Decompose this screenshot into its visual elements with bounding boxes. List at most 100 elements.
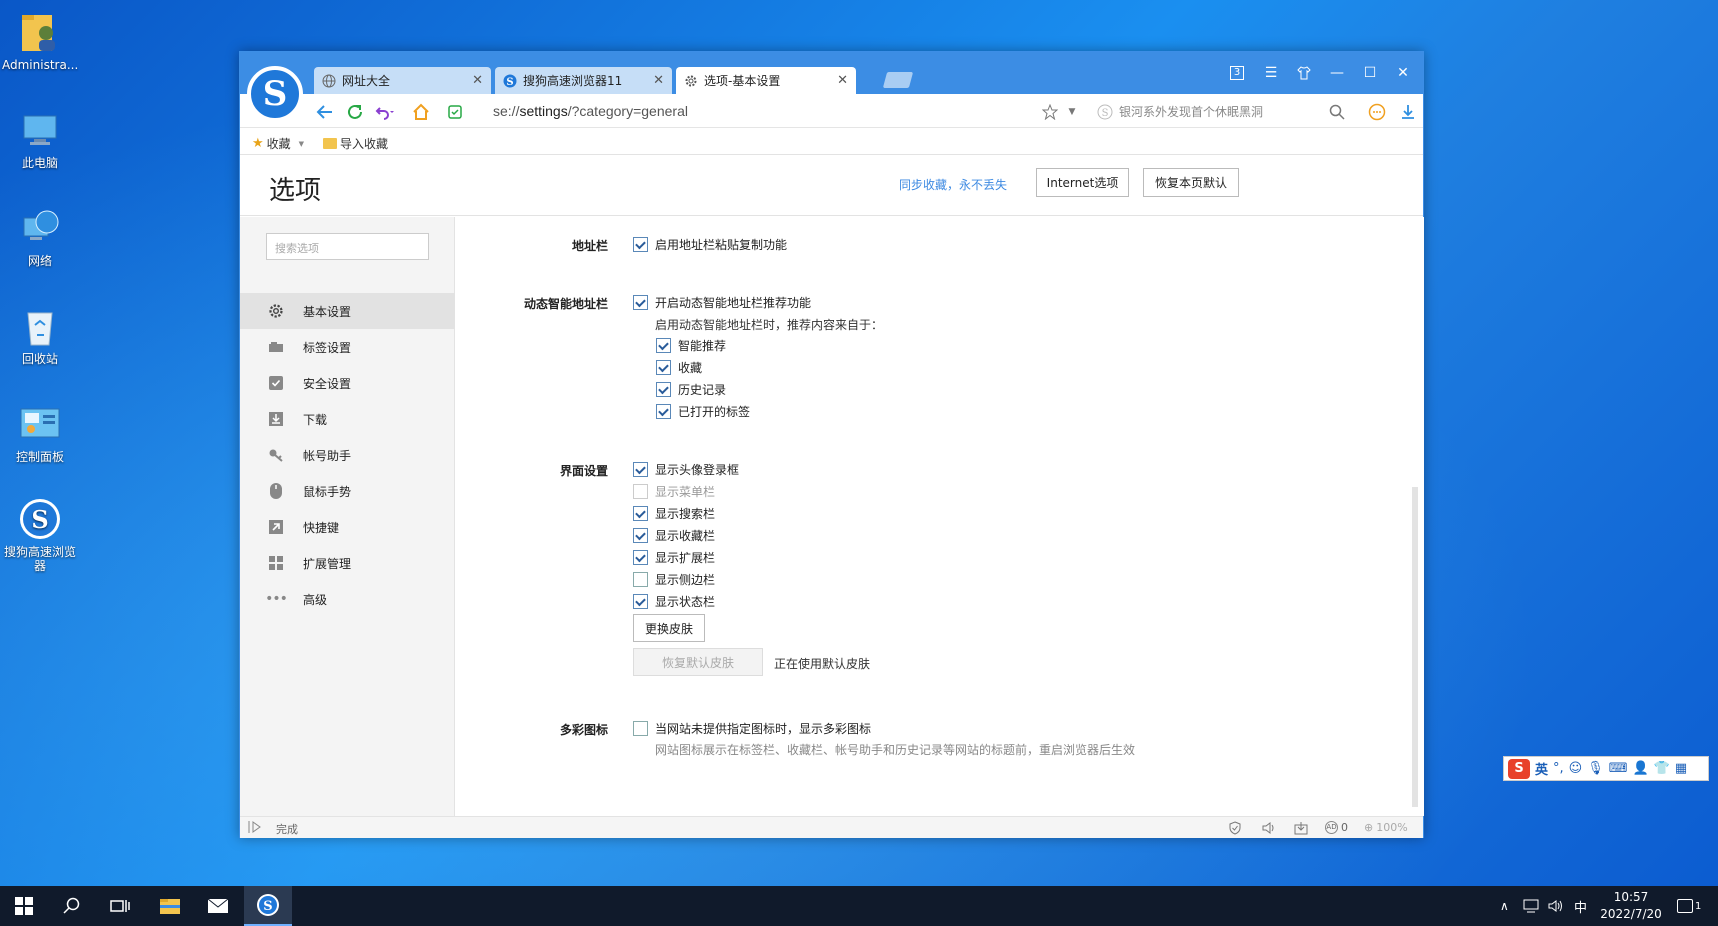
desktop-icon-control-panel[interactable]: 控制面板 [2, 402, 78, 464]
file-explorer-icon[interactable] [146, 886, 194, 926]
import-bookmarks[interactable]: 导入收藏 [323, 135, 388, 152]
sidebar-item-advanced[interactable]: ••• 高级 [240, 581, 455, 617]
checkbox[interactable] [633, 295, 648, 310]
search-icon[interactable] [1327, 102, 1347, 122]
close-window-icon[interactable]: ✕ [1389, 62, 1417, 84]
option-show-avatar-login[interactable]: 显示头像登录框 [633, 461, 739, 478]
new-tab-button[interactable] [882, 72, 914, 88]
tab-count-icon[interactable]: 3 [1223, 62, 1251, 84]
minimize-icon[interactable]: — [1323, 62, 1351, 84]
back-icon[interactable] [315, 102, 335, 122]
sync-link[interactable]: 同步收藏，永不丢失 [899, 176, 1007, 193]
desktop-icon-recycle-bin[interactable]: 回收站 [2, 304, 78, 366]
task-view-icon[interactable] [96, 886, 144, 926]
sidebar-item-download[interactable]: 下载 [240, 401, 455, 437]
option-paste-copy[interactable]: 启用地址栏粘贴复制功能 [633, 236, 787, 253]
maximize-icon[interactable]: ☐ [1356, 62, 1384, 84]
checkbox[interactable] [633, 572, 648, 587]
option-show-extension-bar[interactable]: 显示扩展栏 [633, 549, 715, 566]
sidebar-item-tabs[interactable]: 标签设置 [240, 329, 455, 365]
close-tab-icon[interactable]: ✕ [472, 73, 483, 88]
ime-mode[interactable]: 英 [1535, 759, 1548, 778]
checkbox[interactable] [633, 528, 648, 543]
desktop-icon-this-pc[interactable]: 此电脑 [2, 108, 78, 170]
keyboard-icon[interactable]: ⌨ [1609, 761, 1628, 776]
checkbox[interactable] [633, 506, 648, 521]
option-source-open-tabs[interactable]: 已打开的标签 [656, 403, 750, 420]
favorite-star-icon[interactable] [1040, 102, 1060, 122]
search-engine-icon[interactable]: S [1095, 102, 1115, 122]
ad-block-indicator[interactable]: AD 0 [1325, 821, 1348, 834]
punctuation-icon[interactable]: °, [1553, 761, 1564, 776]
tab-settings[interactable]: 选项-基本设置 ✕ [676, 67, 856, 94]
microphone-icon[interactable]: 🎙 [1587, 761, 1604, 776]
skin-icon[interactable]: 👕 [1654, 761, 1670, 776]
volume-icon[interactable] [1548, 886, 1564, 926]
search-input[interactable]: 银河系外发现首个休眠黑洞 [1119, 103, 1319, 120]
emoji-icon[interactable]: ☺ [1569, 761, 1583, 776]
show-hidden-icons[interactable]: ∧ [1500, 886, 1509, 926]
option-colorful-icons[interactable]: 当网站未提供指定图标时，显示多彩图标 [633, 720, 871, 737]
change-skin-button[interactable]: 更换皮肤 [633, 614, 705, 642]
desktop-icon-admin[interactable]: Administra... [2, 10, 78, 72]
sidebar-item-extensions[interactable]: 扩展管理 [240, 545, 455, 581]
menu-icon[interactable]: ☰ [1257, 62, 1285, 84]
ime-language-indicator[interactable]: 中 [1574, 886, 1587, 926]
option-source-history[interactable]: 历史记录 [656, 381, 726, 398]
option-show-search-bar[interactable]: 显示搜索栏 [633, 505, 715, 522]
start-button[interactable] [0, 886, 48, 926]
download-icon[interactable] [1398, 102, 1418, 122]
taskbar-sogou-browser[interactable]: S [244, 886, 292, 926]
settings-search-input[interactable]: 搜索选项 [266, 233, 429, 260]
skin-shirt-icon[interactable] [1290, 62, 1318, 84]
grid-menu-icon[interactable]: ▦ [1675, 761, 1687, 776]
checkbox[interactable] [633, 462, 648, 477]
restore-defaults-button[interactable]: 恢复本页默认 [1143, 168, 1239, 197]
tab-nav-directory[interactable]: 网址大全 ✕ [314, 67, 491, 94]
search-icon[interactable] [48, 886, 96, 926]
checkbox[interactable] [633, 237, 648, 252]
desktop-icon-network[interactable]: 网络 [2, 206, 78, 268]
checkbox[interactable] [633, 550, 648, 565]
refresh-icon[interactable] [345, 102, 365, 122]
internet-options-button[interactable]: Internet选项 [1036, 168, 1129, 197]
security-status-icon[interactable] [1228, 821, 1242, 835]
network-tray-icon[interactable] [1523, 886, 1539, 926]
tab-sogou-browser[interactable]: S 搜狗高速浏览器11 ✕ [495, 67, 672, 94]
sogou-ime-logo-icon[interactable]: S [1508, 758, 1530, 779]
clock[interactable]: 10:57 2022/7/20 [1596, 889, 1666, 923]
close-tab-icon[interactable]: ✕ [653, 73, 664, 88]
mail-icon[interactable] [194, 886, 242, 926]
option-show-sidebar[interactable]: 显示侧边栏 [633, 571, 715, 588]
sidebar-item-shortcuts[interactable]: 快捷键 [240, 509, 455, 545]
option-show-bookmarks-bar[interactable]: 显示收藏栏 [633, 527, 715, 544]
bookmarks-menu[interactable]: ★ 收藏 ▼ [252, 135, 304, 152]
home-icon[interactable] [411, 102, 431, 122]
scrollbar[interactable] [1412, 487, 1418, 807]
checkbox[interactable] [633, 594, 648, 609]
checkbox[interactable] [656, 382, 671, 397]
screenshot-icon[interactable] [1294, 821, 1308, 835]
close-tab-icon[interactable]: ✕ [837, 73, 848, 88]
sidebar-item-account[interactable]: 帐号助手 [240, 437, 455, 473]
more-tools-icon[interactable] [1367, 102, 1387, 122]
sidebar-item-security[interactable]: 安全设置 [240, 365, 455, 401]
zoom-indicator[interactable]: ⊕ 100% [1364, 821, 1408, 834]
option-source-smart-recommend[interactable]: 智能推荐 [656, 337, 726, 354]
desktop-icon-sogou-browser[interactable]: S 搜狗高速浏览器 [2, 497, 78, 573]
checkbox[interactable] [656, 404, 671, 419]
checkbox[interactable] [656, 360, 671, 375]
checkbox[interactable] [656, 338, 671, 353]
sidebar-item-general[interactable]: 基本设置 [240, 293, 455, 329]
sound-icon[interactable] [1261, 821, 1277, 835]
undo-close-tab-icon[interactable] [375, 102, 395, 122]
notification-center[interactable]: 1 [1677, 886, 1701, 926]
option-smart-address-bar[interactable]: 开启动态智能地址栏推荐功能 [633, 294, 811, 311]
user-icon[interactable]: 👤 [1633, 761, 1649, 776]
address-bar[interactable]: se://settings/?category=general [493, 103, 688, 119]
checkbox[interactable] [633, 721, 648, 736]
option-source-favorites[interactable]: 收藏 [656, 359, 702, 376]
sidebar-toggle-icon[interactable] [248, 821, 264, 833]
sidebar-item-mouse-gesture[interactable]: 鼠标手势 [240, 473, 455, 509]
favorite-dropdown-icon[interactable]: ▼ [1062, 102, 1082, 122]
